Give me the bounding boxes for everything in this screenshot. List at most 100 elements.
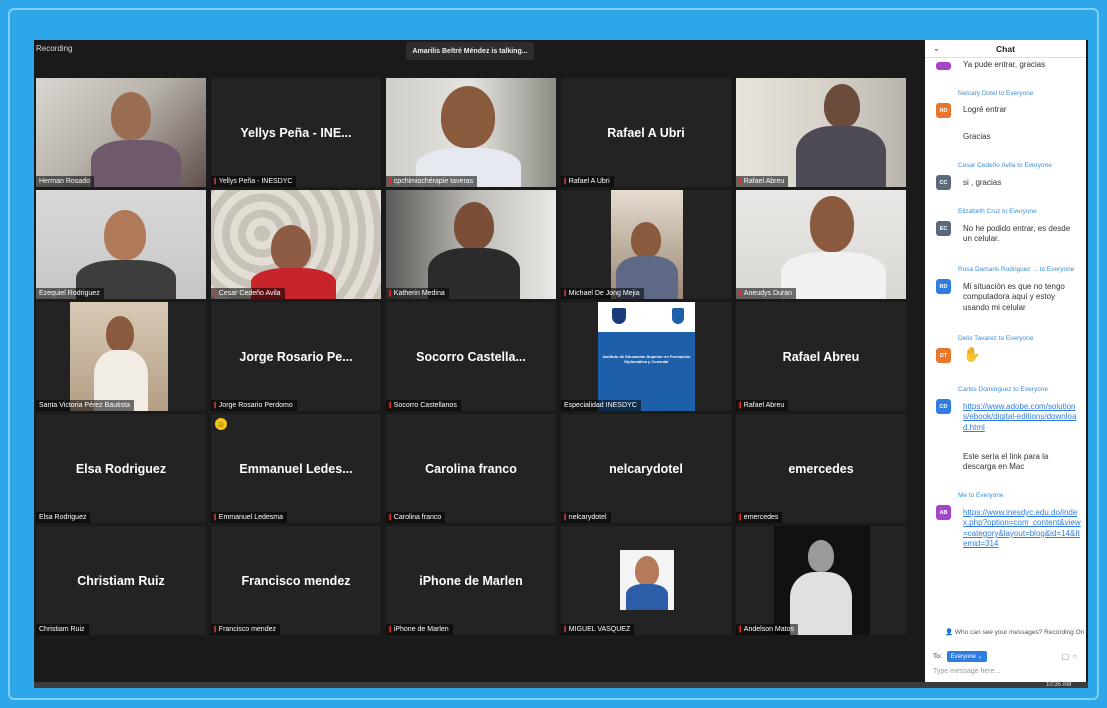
avatar: RD (936, 279, 951, 294)
mic-muted-icon: 𝄂 (389, 176, 391, 186)
chat-messages[interactable]: Ya pude entrar, gracias Nelcary Dotel to… (925, 58, 1086, 618)
participant-display-name: Carolina franco (425, 461, 517, 476)
participant-name-label: 𝄂 Emmanuel Ledesma (211, 512, 287, 523)
participant-tile[interactable]: Herman Rosado (36, 78, 206, 187)
video-feed (561, 190, 731, 299)
avatar: CD (936, 399, 951, 414)
participant-name-label: 𝄂 Jorge Rosario Perdomo (211, 400, 297, 411)
participant-display-name: Christiam Ruiz (77, 573, 165, 588)
chat-sender: Rosa Damaris Rodriguez ... to Everyone (958, 266, 1075, 273)
mic-muted-icon: 𝄂 (739, 176, 741, 186)
chat-sender: Nelcary Dotel to Everyone (958, 90, 1034, 97)
chat-input[interactable]: Type message here... (933, 668, 1000, 675)
participant-name-label: 𝄂 Carolina franco (386, 512, 446, 523)
participant-display-name: Rafael Abreu (782, 349, 860, 364)
participant-tile[interactable]: Carolina franco 𝄂 Carolina franco (386, 414, 556, 523)
mic-muted-icon: 𝄂 (214, 176, 216, 186)
video-feed (386, 190, 556, 299)
mic-muted-icon: 𝄂 (214, 624, 216, 634)
more-icon[interactable]: ○ (1072, 652, 1080, 661)
participant-tile[interactable]: 𝄂 Michael De Jong Mejia (561, 190, 731, 299)
crest-icon (672, 308, 684, 324)
chat-message-text: Gracias (963, 132, 991, 141)
video-feed (211, 190, 381, 299)
participant-display-name: iPhone de Marlen (419, 573, 523, 588)
chat-title: Chat (996, 43, 1015, 54)
chat-sender: Elizabeth Cruz to Everyone (958, 208, 1037, 215)
participant-tile[interactable]: Yellys Peña - INE... 𝄂 Yellys Peña - INES… (211, 78, 381, 187)
participant-tile[interactable]: Rafael A Ubri 𝄂 Rafael A Ubri (561, 78, 731, 187)
mic-muted-icon: 𝄂 (214, 400, 216, 410)
participant-display-name: Elsa Rodriguez (75, 461, 167, 476)
chat-message-text: Ya pude entrar, gracias (963, 60, 1046, 69)
video-feed (736, 78, 906, 187)
participant-name-label: 𝄂 Francisco mendez (211, 624, 280, 635)
chat-message-text: si , gracias (963, 178, 1002, 187)
participant-name-label: 𝄂 cpchimiochérapie taveras (386, 176, 478, 187)
chat-sender: Delis Tavarez to Everyone (958, 335, 1034, 342)
taskbar-clock: 10:35 AM (1046, 682, 1072, 688)
participant-tile[interactable]: Instituto de Educación Superior en Forma… (561, 302, 731, 411)
participant-name-label: 𝄂 emercedes (736, 512, 783, 523)
slide-title: Instituto de Educación Superior en Forma… (602, 354, 691, 365)
participant-tile[interactable]: Francisco mendez 𝄂 Francisco mendez (211, 526, 381, 635)
shield-icon (612, 308, 626, 324)
participant-tile[interactable]: Socorro Castella... 𝄂 Socorro Castellanos (386, 302, 556, 411)
participant-tile[interactable]: 𝄂 cpchimiochérapie taveras (386, 78, 556, 187)
participant-tile[interactable]: 𝄂 Cesar Cedeño Avila (211, 190, 381, 299)
participant-tile[interactable]: 𝄂 MIGUEL VASQUEZ (561, 526, 731, 635)
participant-name-label: 𝄂 nelcarydotel (561, 512, 611, 523)
chat-panel: ⌄ Chat Ya pude entrar, gracias Nelcary D… (925, 40, 1086, 682)
participant-tile[interactable]: Jorge Rosario Pe... 𝄂 Jorge Rosario Perdo… (211, 302, 381, 411)
participant-name-label: 𝄂 Cesar Cedeño Avila (211, 288, 285, 299)
participant-tile[interactable]: 𝄂 Aneudys Duran (736, 190, 906, 299)
participant-display-name: emercedes (788, 461, 854, 476)
participant-tile[interactable]: ☺ Emmanuel Ledes... 𝄂 Emmanuel Ledesma (211, 414, 381, 523)
avatar: EC (936, 221, 951, 236)
chevron-down-icon[interactable]: ⌄ (933, 44, 940, 53)
mic-muted-icon: 𝄂 (739, 400, 741, 410)
video-feed (386, 78, 556, 187)
participant-name-label: 𝄂 iPhone de Marlen (386, 624, 453, 635)
profile-photo (561, 526, 731, 635)
gallery-grid: Herman Rosado Yellys Peña - INE... 𝄂 Yell… (36, 78, 908, 635)
chat-message-text: Logré entrar (963, 105, 1007, 114)
participant-tile[interactable]: 𝄂 Katherin Medina (386, 190, 556, 299)
participant-tile[interactable]: 𝄂 Rafael Abreu (736, 78, 906, 187)
mic-muted-icon: 𝄂 (739, 512, 741, 522)
participant-tile[interactable]: iPhone de Marlen 𝄂 iPhone de Marlen (386, 526, 556, 635)
mic-muted-icon: 𝄂 (389, 624, 391, 634)
participant-tile[interactable]: nelcarydotel 𝄂 nelcarydotel (561, 414, 731, 523)
participant-name-label: 𝄂 Yellys Peña - INESDYC (211, 176, 297, 187)
participant-tile[interactable]: Ezequiel Rodriguez (36, 190, 206, 299)
who-can-see-notice[interactable]: 👤 Who can see your messages? Recording O… (945, 628, 1084, 636)
raised-hand-icon: ✋ (963, 346, 981, 362)
participant-name-label: Christiam Ruiz (36, 624, 89, 635)
participant-name-label: 𝄂 Rafael Abreu (736, 176, 789, 187)
video-feed (36, 190, 206, 299)
recipient-row: To: Everyone ⌄ ▢○ (933, 649, 1080, 663)
participant-name-label: 𝄂 Rafael Abreu (736, 400, 789, 411)
chat-message-text: Este sería el link para la descarga en M… (963, 452, 1049, 472)
to-label: To: (933, 652, 942, 660)
participant-name-label: Herman Rosado (36, 176, 94, 187)
mic-muted-icon: 𝄂 (564, 512, 566, 522)
participant-name-label: 𝄂 Katherin Medina (386, 288, 449, 299)
avatar: DT (936, 348, 951, 363)
chat-header: ⌄ Chat (925, 40, 1086, 58)
participant-tile[interactable]: emercedes 𝄂 emercedes (736, 414, 906, 523)
participant-tile[interactable]: Christiam Ruiz Christiam Ruiz (36, 526, 206, 635)
participant-display-name: Francisco mendez (241, 573, 351, 588)
mic-muted-icon: 𝄂 (564, 624, 566, 634)
participant-tile[interactable]: Santa Victoria Pérez Bautista (36, 302, 206, 411)
recipient-dropdown[interactable]: Everyone ⌄ (946, 650, 987, 662)
participant-tile[interactable]: 𝄂 Andelson Matos (736, 526, 906, 635)
chat-link[interactable]: https://www.inesdyc.edu.do/index.php?opt… (963, 508, 1081, 550)
mic-muted-icon: 𝄂 (389, 400, 391, 410)
participant-name-label: Especialidad INESDYC (561, 400, 641, 411)
participant-tile[interactable]: Rafael Abreu 𝄂 Rafael Abreu (736, 302, 906, 411)
chat-link[interactable]: https://www.adobe.com/solutions/ebook/di… (963, 402, 1081, 433)
file-icon[interactable]: ▢ (1062, 652, 1073, 661)
participant-display-name: nelcarydotel (609, 461, 683, 476)
participant-tile[interactable]: Elsa Rodriguez Elsa Rodriguez (36, 414, 206, 523)
